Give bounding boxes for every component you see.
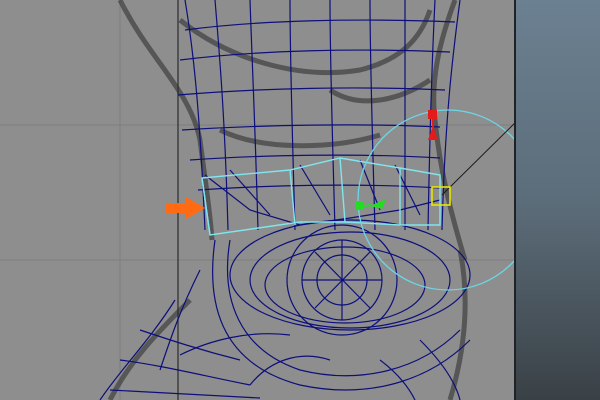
y-axis-handle[interactable] <box>355 199 386 210</box>
viewport-3d[interactable] <box>0 0 600 400</box>
selected-faces[interactable] <box>201 157 441 236</box>
scene-canvas[interactable] <box>0 0 600 400</box>
side-panel <box>514 0 600 400</box>
orange-arrow-icon <box>165 197 205 219</box>
manipulator-direction-line <box>441 113 525 196</box>
